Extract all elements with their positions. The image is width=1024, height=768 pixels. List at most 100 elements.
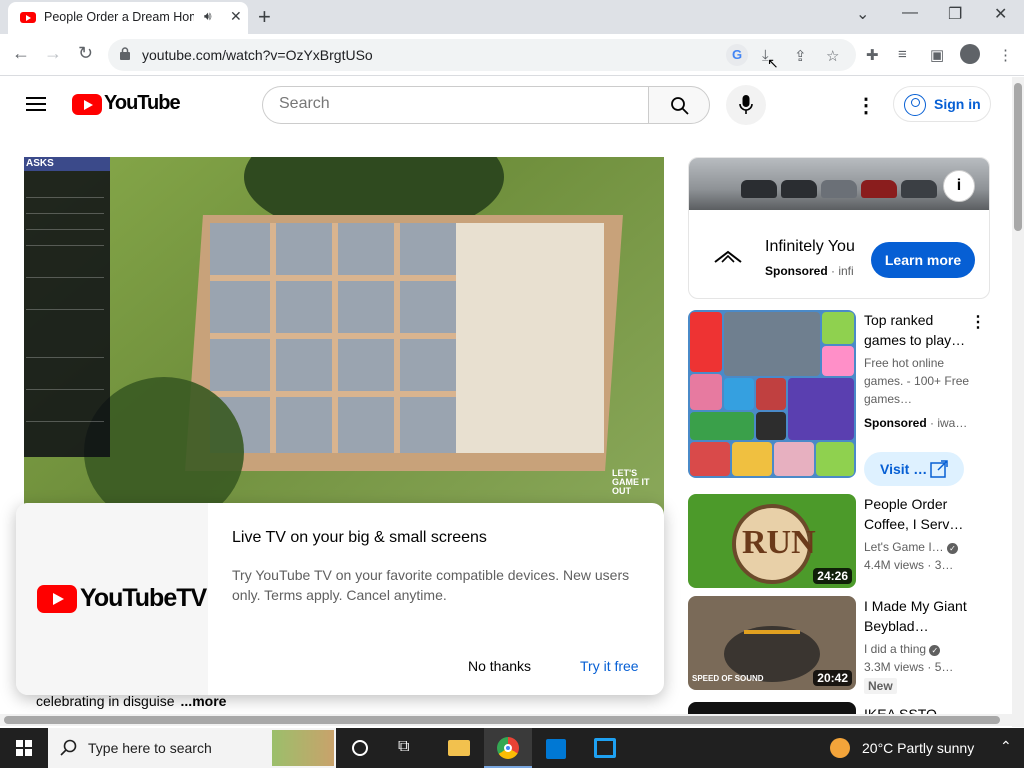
ad-title: Infinitely You (765, 238, 855, 255)
visit-site-button[interactable]: Visit … (864, 452, 964, 486)
channel-name[interactable]: Let's Game I… ✓ (864, 540, 970, 554)
video-thumbnail[interactable]: RUN 24:26 (688, 494, 856, 588)
video-title[interactable]: People Order Coffee, I Serv… (864, 494, 968, 534)
video-title[interactable]: IKEA SSTO (864, 704, 968, 714)
video-duration: 24:26 (813, 568, 852, 584)
youtube-favicon-icon (20, 12, 36, 23)
search-input[interactable] (279, 95, 629, 113)
promo-description: Try YouTube TV on your favorite compatib… (232, 567, 630, 603)
ad-info-icon[interactable]: i (943, 170, 975, 202)
menu-hamburger-icon[interactable] (26, 97, 46, 111)
profile-avatar-icon[interactable] (960, 44, 980, 64)
extensions-puzzle-icon[interactable]: ✚ (866, 46, 879, 64)
youtube-tv-promo-dialog: YouTubeTV Live TV on your big & small sc… (16, 503, 664, 695)
verified-check-icon: ✓ (929, 645, 941, 656)
search-button[interactable] (648, 86, 710, 124)
back-arrow-icon[interactable]: ← (12, 43, 30, 64)
restore-button[interactable]: ❐ (948, 4, 962, 24)
video-player[interactable]: ASKS LET'S GAME IT OUT (24, 157, 664, 517)
panel-header: ASKS (24, 157, 110, 171)
learn-more-button[interactable]: Learn more (871, 242, 975, 278)
external-link-icon (930, 460, 948, 478)
games-collage-thumbnail (688, 310, 856, 478)
taskbar-search-placeholder: Type here to search (88, 740, 212, 756)
video-stats: 4.4M views · 3… (864, 558, 954, 572)
vertical-scrollbar[interactable] (1012, 77, 1024, 727)
weather-text[interactable]: 20°C Partly sunny (862, 740, 974, 756)
new-tab-button[interactable]: + (258, 4, 271, 30)
search-icon (671, 97, 689, 115)
visit-label: Visit … (880, 461, 928, 477)
windows-taskbar: Type here to search ⧉ 20°C Partly sunny … (0, 728, 1024, 768)
sign-in-label: Sign in (934, 96, 981, 112)
voice-search-button[interactable] (726, 85, 766, 125)
address-bar[interactable]: youtube.com/watch?v=OzYxBrgtUSo G ⤓ ⇪ ☆ (108, 39, 856, 71)
video-stats: 3.3M views · 5… (864, 660, 954, 674)
video-thumbnail[interactable] (688, 702, 856, 714)
promo-title: Live TV on your big & small screens (232, 529, 487, 546)
reload-icon[interactable]: ↻ (78, 43, 93, 64)
windows-start-icon[interactable] (16, 740, 32, 756)
thumbnail-text: SPEED OF SOUND (692, 674, 764, 683)
description-text: celebrating in disguise (36, 693, 175, 709)
thumbnail-text: RUN (742, 524, 816, 561)
sponsored-game-ad[interactable]: Top ranked games to play… ⋮ Free hot onl… (688, 310, 990, 490)
video-thumbnail[interactable]: SPEED OF SOUND 20:42 (688, 596, 856, 690)
item-menu-icon[interactable]: ⋮ (970, 312, 986, 332)
search-box[interactable] (262, 86, 649, 124)
new-badge: New (864, 678, 897, 694)
google-translate-icon[interactable]: G (726, 44, 748, 66)
browser-tab[interactable]: People Order a Dream Home 🔊︎ ✕ (8, 2, 248, 34)
task-view-icon[interactable]: ⧉ (398, 738, 409, 756)
infiniti-logo-icon (714, 250, 742, 263)
minimize-button[interactable]: — (902, 4, 918, 22)
youtube-tv-logo-icon (37, 585, 77, 613)
game-task-panel: ASKS (24, 157, 110, 457)
microsoft-store-icon[interactable] (546, 739, 566, 759)
forward-arrow-icon[interactable]: → (44, 43, 62, 64)
youtube-wordmark[interactable]: YouTube (104, 92, 181, 115)
share-icon[interactable]: ⇪ (794, 47, 807, 65)
no-thanks-button[interactable]: No thanks (468, 658, 531, 674)
recommended-video[interactable]: RUN 24:26 People Order Coffee, I Serv… L… (688, 494, 990, 588)
browser-toolbar: ← → ↻ youtube.com/watch?v=OzYxBrgtUSo G … (0, 34, 1024, 76)
video-description-snippet[interactable]: celebrating in disguise ...more (36, 693, 226, 709)
settings-more-icon[interactable]: ⋮ (856, 93, 876, 118)
youtube-logo-icon[interactable] (72, 94, 102, 115)
tab-close-icon[interactable]: ✕ (230, 8, 242, 25)
browser-tab-bar: People Order a Dream Home 🔊︎ ✕ + ⌄ — ❐ ✕ (0, 0, 1024, 34)
file-explorer-icon[interactable] (448, 740, 470, 756)
youtube-masthead: YouTube ⋮ Sign in (0, 77, 1012, 133)
bookmark-star-icon[interactable]: ☆ (826, 47, 839, 65)
channel-watermark: LET'S GAME IT OUT (612, 468, 650, 496)
try-it-free-button[interactable]: Try it free (580, 658, 639, 674)
verified-check-icon: ✓ (947, 543, 958, 554)
close-window-button[interactable]: ✕ (994, 4, 1007, 24)
tab-search-chevron-icon[interactable]: ⌄ (856, 4, 869, 24)
cortana-icon[interactable] (352, 740, 368, 756)
taskbar-search-box[interactable]: Type here to search (48, 728, 336, 768)
channel-name[interactable]: I did a thing ✓ (864, 642, 970, 656)
promo-logo-area: YouTubeTV (16, 503, 208, 695)
recommended-video[interactable]: SPEED OF SOUND 20:42 I Made My Giant Bey… (688, 596, 990, 694)
sponsored-ad-card[interactable]: i Infinitely You Sponsored · infi Learn … (688, 157, 990, 299)
video-duration: 20:42 (813, 670, 852, 686)
account-icon (904, 94, 926, 116)
media-controls-icon[interactable]: ≡ (898, 46, 907, 63)
side-panel-icon[interactable]: ▣ (930, 46, 944, 64)
ad-video-title[interactable]: Top ranked games to play… (864, 310, 968, 350)
remote-desktop-icon[interactable] (594, 738, 616, 758)
horizontal-scrollbar[interactable] (0, 714, 1012, 726)
lock-icon (120, 47, 130, 60)
speaker-icon[interactable]: 🔊︎ (204, 9, 212, 24)
system-tray-chevron-icon[interactable]: ⌃ (1000, 738, 1012, 755)
search-icon (60, 739, 77, 756)
show-more-link[interactable]: ...more (181, 693, 227, 709)
sign-in-button[interactable]: Sign in (893, 86, 991, 122)
ad-sponsored-line: Sponsored · infi (765, 264, 854, 278)
chrome-menu-icon[interactable]: ⋮ (998, 46, 1013, 64)
recommended-video[interactable]: IKEA SSTO (688, 702, 990, 714)
video-title[interactable]: I Made My Giant Beyblad… (864, 596, 968, 636)
mouse-cursor-icon: ↖ (767, 55, 779, 71)
chrome-taskbar-button[interactable] (484, 728, 532, 768)
